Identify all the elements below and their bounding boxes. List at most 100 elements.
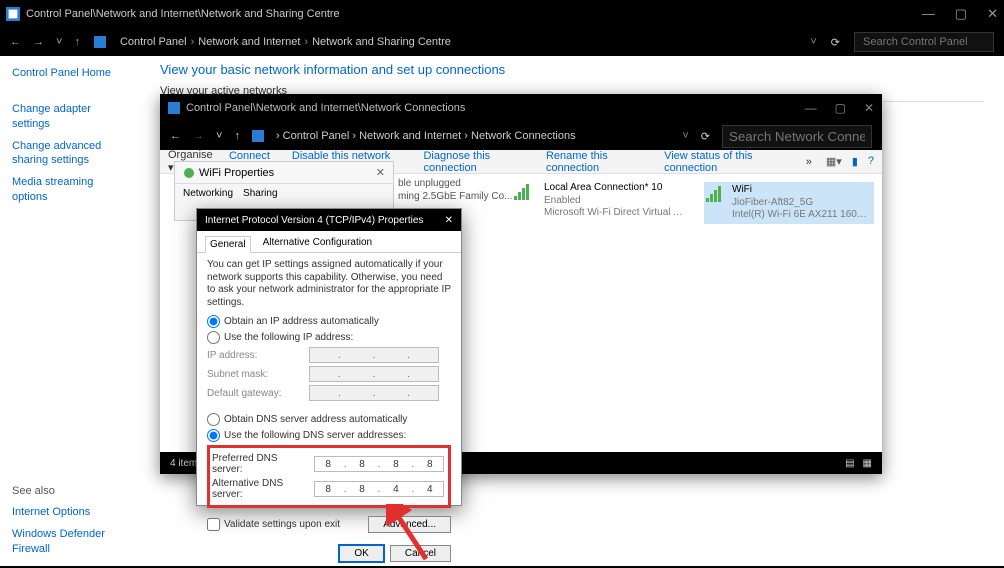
sidebar: Control Panel Home Change adapter settin… — [0, 56, 140, 566]
search-input[interactable] — [854, 32, 994, 52]
adapter-status: Enabled — [544, 195, 684, 208]
tiles-view-icon[interactable]: ▦ — [863, 458, 872, 469]
adapter-detail: Intel(R) Wi-Fi 6E AX211 160MHz — [732, 209, 872, 222]
folder-icon — [168, 102, 180, 114]
conn-title-text: Control Panel\Network and Internet\Netwo… — [186, 102, 465, 114]
crumb[interactable]: Network and Sharing Centre — [312, 36, 451, 48]
manual-dns-label: Use the following DNS server addresses: — [224, 430, 406, 441]
adapter-name: Local Area Connection* 10 — [544, 182, 684, 195]
pref-dns-label: Preferred DNS server: — [212, 453, 310, 475]
crumb[interactable]: Control Panel — [120, 36, 187, 48]
breadcrumb-icon — [252, 130, 264, 142]
close-icon[interactable]: ✕ — [376, 166, 385, 179]
conn-titlebar: Control Panel\Network and Internet\Netwo… — [160, 94, 882, 122]
validate-checkbox[interactable] — [207, 518, 220, 531]
sharing-tab[interactable]: Sharing — [243, 188, 277, 199]
page-heading: View your basic network information and … — [160, 62, 984, 77]
ipv4-description: You can get IP settings assigned automat… — [207, 259, 451, 309]
dropdown-icon[interactable]: ˅ — [682, 130, 688, 142]
forward-icon[interactable]: → — [33, 36, 44, 48]
crumb[interactable]: Network and Internet — [198, 36, 300, 48]
preferred-dns-input[interactable]: 8.8.8.8 — [314, 456, 444, 472]
conn-search-input[interactable] — [722, 125, 872, 148]
forward-icon[interactable]: → — [193, 130, 204, 142]
ipv4-tabs: General Alternative Configuration — [197, 231, 461, 253]
conn-toolbar: ← → ˅ ↑ › Control Panel › Network and In… — [160, 122, 882, 150]
gateway-input: ... — [309, 385, 439, 401]
validate-label: Validate settings upon exit — [224, 519, 340, 530]
back-icon[interactable]: ← — [170, 130, 181, 142]
minimize-icon[interactable]: — — [805, 101, 817, 115]
advanced-button[interactable]: Advanced... — [368, 516, 451, 533]
close-icon[interactable]: ✕ — [864, 101, 874, 115]
dropdown-icon[interactable]: ˅ — [810, 36, 816, 48]
rename-button[interactable]: Rename this connection — [546, 150, 650, 174]
ip-label: IP address: — [207, 350, 305, 361]
ok-button[interactable]: OK — [339, 545, 383, 562]
alt-dns-label: Alternative DNS server: — [212, 478, 310, 500]
close-icon[interactable]: ✕ — [445, 215, 453, 226]
auto-ip-radio[interactable] — [207, 315, 220, 328]
refresh-icon[interactable]: ⟳ — [701, 130, 710, 143]
cp-home-link[interactable]: Control Panel Home — [12, 66, 128, 80]
see-also-link[interactable]: Windows Defender Firewall — [12, 527, 128, 556]
up-icon[interactable]: ↑ — [74, 36, 80, 48]
maximize-icon[interactable]: ▢ — [955, 6, 967, 22]
breadcrumb-icon — [94, 36, 106, 48]
general-tab[interactable]: General — [205, 236, 251, 253]
view-status-button[interactable]: View status of this connection — [664, 150, 792, 174]
signal-icon — [706, 184, 726, 202]
alternate-dns-input[interactable]: 8.8.4.4 — [314, 481, 444, 497]
preview-pane-icon[interactable]: ▮ — [852, 155, 858, 168]
ethernet-adapter-partial: ble unplugged ming 2.5GbE Family Co... — [398, 177, 512, 203]
recent-icon[interactable]: ˅ — [56, 36, 62, 48]
outer-toolbar: ← → ˅ ↑ Control Panel› Network and Inter… — [0, 28, 1004, 56]
sidebar-link[interactable]: Change advanced sharing settings — [12, 139, 128, 168]
signal-icon — [514, 182, 538, 200]
close-icon[interactable]: ✕ — [987, 6, 998, 22]
networking-tab[interactable]: Networking — [183, 188, 233, 199]
ipv4-properties-dialog: Internet Protocol Version 4 (TCP/IPv4) P… — [196, 208, 462, 506]
auto-ip-label: Obtain an IP address automatically — [224, 316, 379, 327]
ipv4-title-text: Internet Protocol Version 4 (TCP/IPv4) P… — [205, 215, 423, 226]
up-icon[interactable]: ↑ — [234, 130, 240, 142]
cancel-button[interactable]: Cancel — [390, 545, 451, 562]
wifi-icon — [183, 167, 195, 179]
mask-input: ... — [309, 366, 439, 382]
outer-titlebar: Control Panel\Network and Internet\Netwo… — [0, 0, 1004, 28]
sidebar-link[interactable]: Media streaming options — [12, 175, 128, 204]
refresh-icon[interactable]: ⟳ — [831, 36, 840, 49]
adapter-detail: Microsoft Wi-Fi Direct Virtual Ada... — [544, 207, 684, 220]
dns-highlight-box: Preferred DNS server: 8.8.8.8 Alternativ… — [207, 445, 451, 508]
network-adapter-item-selected[interactable]: WiFi JioFiber-Aft82_5G Intel(R) Wi-Fi 6E… — [704, 182, 874, 224]
adapter-name: WiFi — [732, 184, 872, 197]
manual-ip-radio[interactable] — [207, 331, 220, 344]
more-button[interactable]: » — [806, 156, 812, 168]
diagnose-button[interactable]: Diagnose this connection — [423, 150, 531, 174]
maximize-icon[interactable]: ▢ — [835, 101, 846, 115]
outer-title-text: Control Panel\Network and Internet\Netwo… — [26, 8, 340, 20]
back-icon[interactable]: ← — [10, 36, 21, 48]
network-adapter-item[interactable]: Local Area Connection* 10 Enabled Micros… — [514, 182, 684, 224]
manual-dns-radio[interactable] — [207, 429, 220, 442]
see-also-link[interactable]: Internet Options — [12, 505, 128, 519]
view-mode-icon[interactable]: ▦▾ — [826, 155, 842, 168]
wifi-prop-title: WiFi Properties — [199, 167, 274, 179]
details-view-icon[interactable]: ▤ — [845, 458, 854, 469]
control-panel-icon — [6, 7, 20, 21]
gateway-label: Default gateway: — [207, 388, 305, 399]
mask-label: Subnet mask: — [207, 369, 305, 380]
see-also-label: See also — [12, 485, 128, 497]
help-icon[interactable]: ? — [868, 155, 874, 168]
ipv4-titlebar: Internet Protocol Version 4 (TCP/IPv4) P… — [197, 209, 461, 231]
ip-input: ... — [309, 347, 439, 363]
manual-ip-label: Use the following IP address: — [224, 332, 353, 343]
recent-icon[interactable]: ˅ — [216, 130, 222, 142]
auto-dns-radio[interactable] — [207, 413, 220, 426]
outer-breadcrumb[interactable]: Control Panel› Network and Internet› Net… — [120, 36, 451, 48]
alt-config-tab[interactable]: Alternative Configuration — [259, 235, 377, 252]
minimize-icon[interactable]: — — [922, 6, 935, 22]
sidebar-link[interactable]: Change adapter settings — [12, 102, 128, 131]
auto-dns-label: Obtain DNS server address automatically — [224, 414, 407, 425]
crumb[interactable]: › Control Panel › Network and Internet ›… — [276, 130, 576, 142]
